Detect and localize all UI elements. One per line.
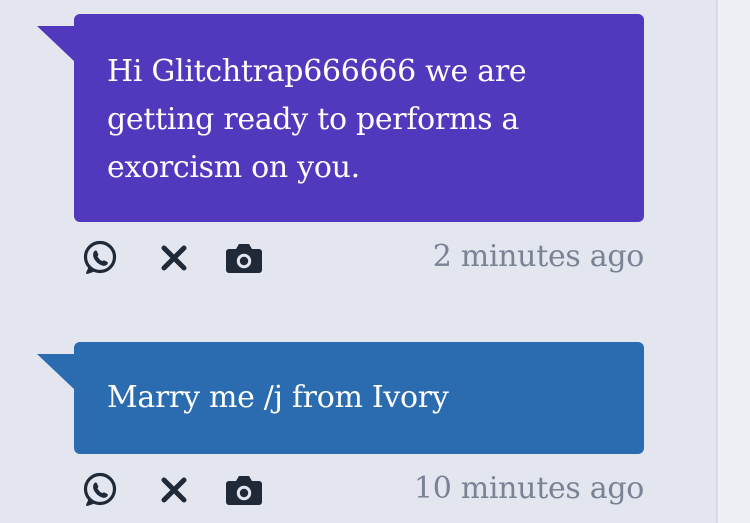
message-actions: 10 minutes ago (80, 470, 644, 510)
camera-icon[interactable] (224, 238, 264, 278)
message-item: Marry me /j from Ivory 10 minutes ago (0, 300, 700, 523)
whatsapp-icon[interactable] (80, 470, 120, 510)
whatsapp-icon[interactable] (80, 238, 120, 278)
camera-icon[interactable] (224, 470, 264, 510)
bubble-tail (37, 26, 75, 62)
message-text: Hi Glitchtrap666666 we are getting ready… (107, 54, 527, 185)
message-bubble: Hi Glitchtrap666666 we are getting ready… (74, 14, 644, 222)
right-rail (716, 0, 750, 523)
bubble-tail (37, 354, 75, 390)
message-timestamp: 2 minutes ago (432, 239, 645, 274)
close-icon[interactable] (154, 470, 194, 510)
message-text: Marry me /j from Ivory (107, 380, 449, 415)
message-bubble: Marry me /j from Ivory (74, 342, 644, 454)
message-timestamp: 10 minutes ago (413, 471, 644, 506)
comments-page: { "messages": [ { "text": "Hi Glitchtrap… (0, 0, 750, 523)
message-item: Hi Glitchtrap666666 we are getting ready… (0, 0, 700, 290)
close-icon[interactable] (154, 238, 194, 278)
message-actions: 2 minutes ago (80, 238, 644, 278)
